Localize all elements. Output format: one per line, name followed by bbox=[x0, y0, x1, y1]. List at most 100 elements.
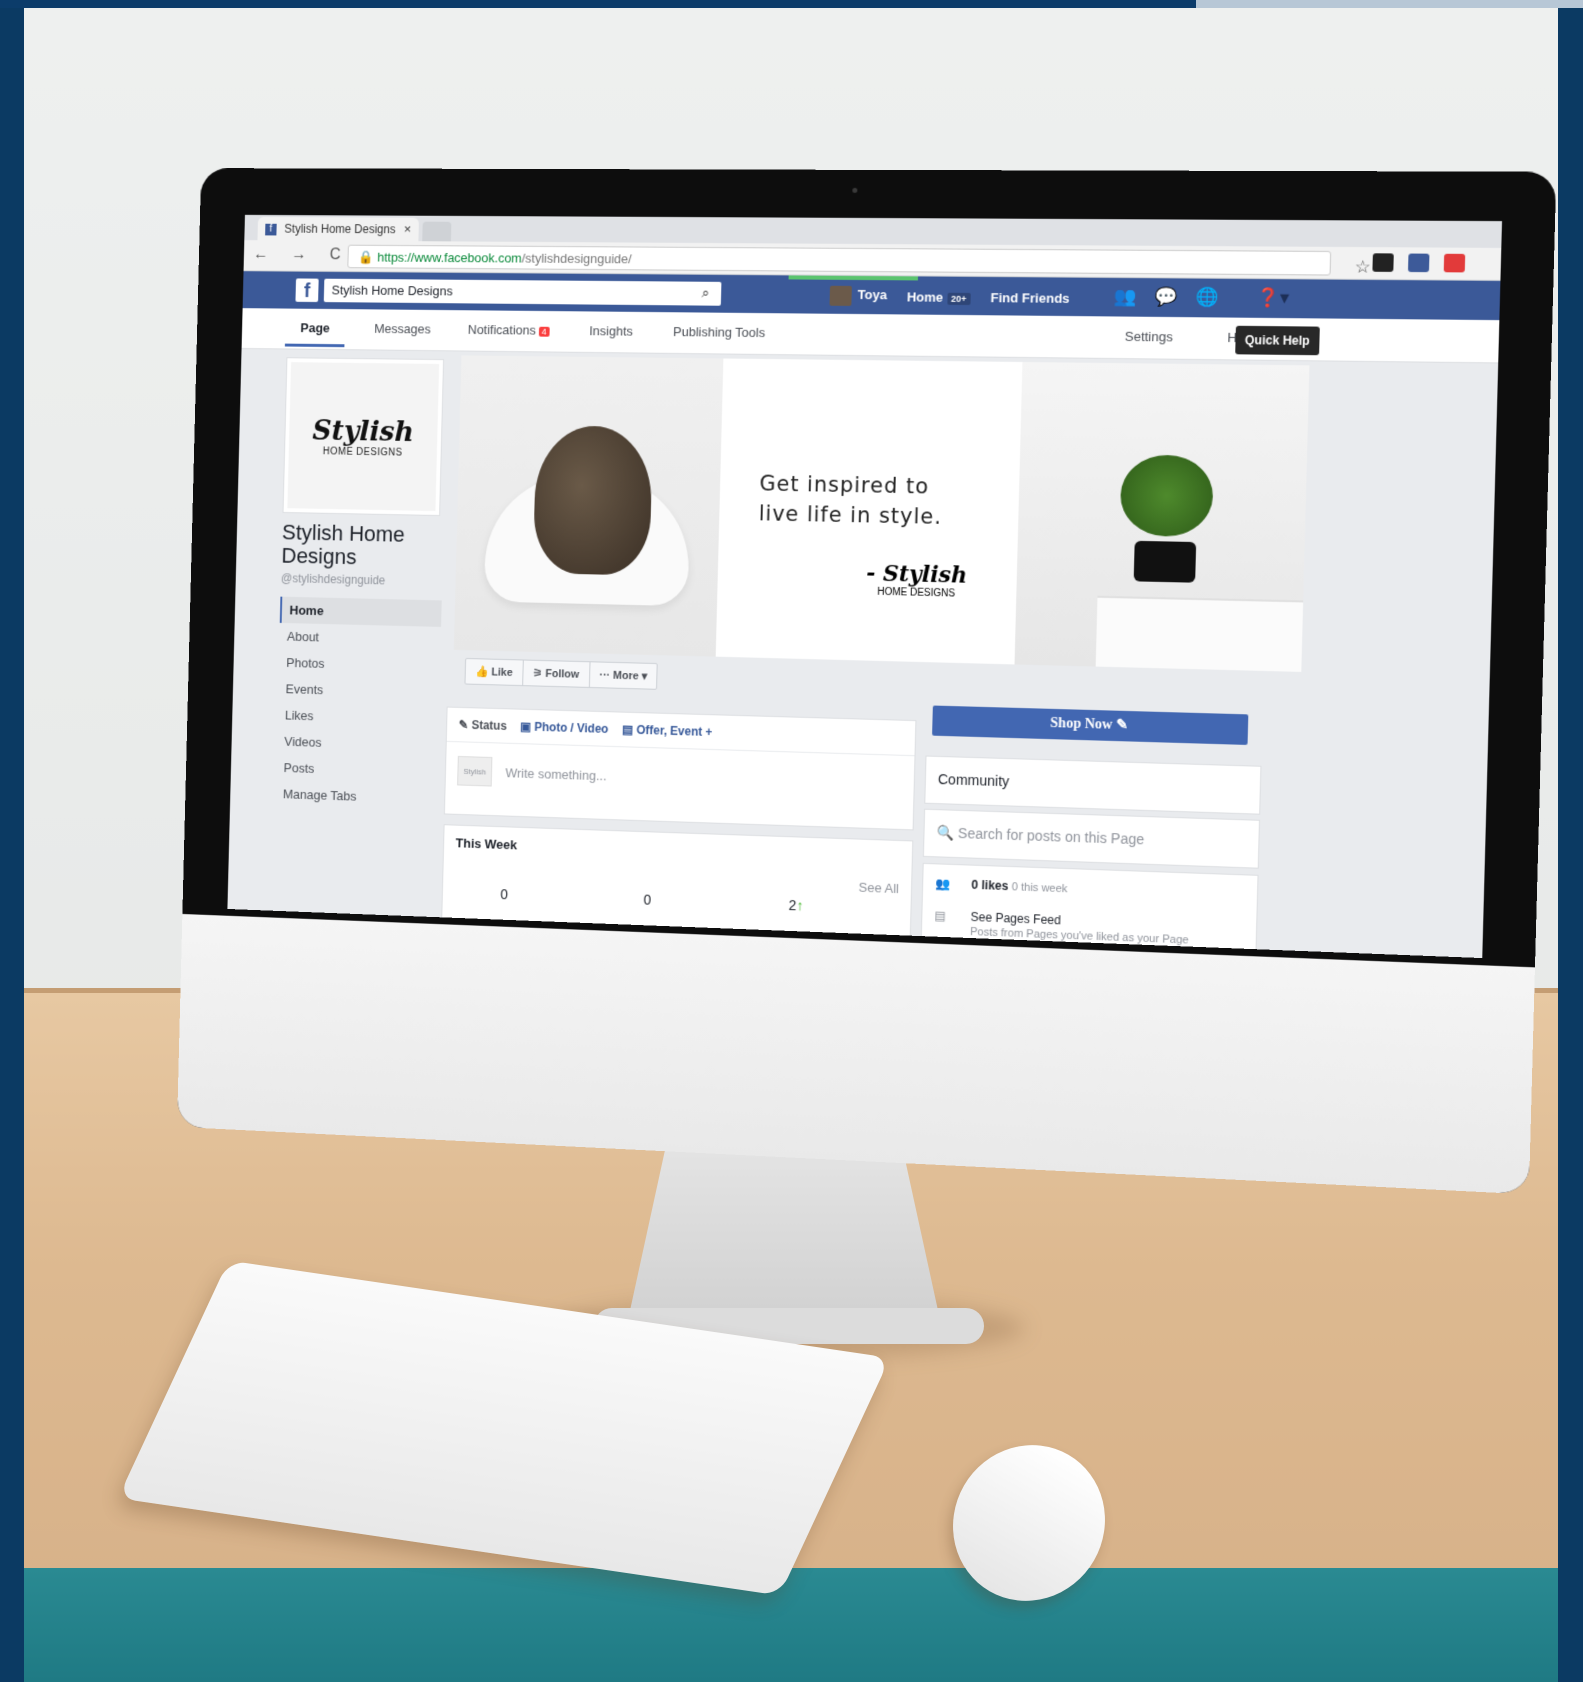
composer-placeholder[interactable]: Write something... bbox=[505, 765, 606, 783]
photo-video-label: Photo / Video bbox=[534, 719, 609, 736]
loading-bar bbox=[788, 275, 919, 281]
url-domain: https://www.facebook.com bbox=[377, 249, 522, 266]
this-week-title: This Week bbox=[455, 835, 518, 853]
facebook-search-input[interactable]: Stylish Home Designs ⌕ bbox=[323, 278, 722, 306]
page-posts-search[interactable]: 🔍 Search for posts on this Page bbox=[922, 808, 1261, 869]
posts-search-placeholder: Search for posts on this Page bbox=[957, 824, 1145, 848]
new-tab-button[interactable] bbox=[422, 221, 452, 242]
shelf-shape bbox=[1095, 595, 1304, 672]
tab-publishing-tools[interactable]: Publishing Tools bbox=[673, 324, 765, 340]
extension-icon[interactable] bbox=[1443, 253, 1466, 273]
status-label: Status bbox=[471, 718, 507, 733]
tab-page[interactable]: Page bbox=[300, 320, 330, 335]
left-menu-manage-tabs[interactable]: Manage Tabs bbox=[275, 780, 437, 812]
page-thumb: Stylish bbox=[457, 755, 493, 787]
messages-icon[interactable]: 💬 bbox=[1155, 286, 1179, 308]
header-nav: Toya Home 20+ Find Friends bbox=[829, 285, 1070, 308]
like-button[interactable]: 👍 Like bbox=[465, 658, 524, 686]
cover-signature: - Stylish HOME DESIGNS bbox=[866, 560, 968, 599]
quote-line-2: live life in style. bbox=[758, 501, 943, 529]
profile-picture[interactable]: Stylish HOME DESIGNS bbox=[282, 357, 445, 517]
page-handle[interactable]: @stylishdesignguide bbox=[281, 571, 443, 588]
community-header[interactable]: Community bbox=[924, 755, 1262, 815]
imac-monitor: f Stylish Home Designs × ← → C ⌂ 🔒 https:… bbox=[177, 168, 1557, 1195]
feed-sub: Posts from Pages you've liked as your Pa… bbox=[970, 925, 1189, 947]
post-composer: ✎ Status ▣ Photo / Video ▤ Offer, Event … bbox=[443, 706, 917, 831]
cover-photo[interactable]: Get inspired to live life in style. - St… bbox=[453, 355, 1310, 672]
bookmark-star-icon[interactable]: ☆ bbox=[1354, 257, 1371, 278]
up-arrow-icon: ↑ bbox=[796, 897, 804, 914]
cat-shape bbox=[532, 425, 654, 576]
community-stats: 👥 0 likes 0 this week ▤ See Pages Feed Po… bbox=[920, 862, 1259, 957]
browser-tab[interactable]: f Stylish Home Designs × bbox=[257, 216, 419, 242]
feed-label: See Pages Feed bbox=[970, 909, 1062, 928]
tab-settings[interactable]: Settings bbox=[1125, 329, 1173, 345]
home-link[interactable]: Home 20+ bbox=[907, 289, 971, 305]
logo-word: Stylish bbox=[312, 414, 415, 448]
likes-sub: 0 this week bbox=[1011, 881, 1068, 896]
extension-icon[interactable] bbox=[1372, 253, 1394, 272]
pages-feed-row[interactable]: ▤ See Pages Feed Posts from Pages you've … bbox=[934, 909, 1244, 949]
shop-now-button[interactable]: Shop Now ✎ bbox=[932, 705, 1249, 745]
find-friends-link[interactable]: Find Friends bbox=[990, 290, 1069, 306]
url-field[interactable]: 🔒 https://www.facebook.com/stylishdesigng… bbox=[347, 244, 1371, 277]
tab-notifications-label: Notifications bbox=[467, 322, 537, 338]
stat-value: 0 bbox=[500, 886, 509, 903]
teal-band bbox=[24, 1568, 1558, 1682]
profile-link[interactable]: Toya bbox=[829, 285, 888, 307]
extension-icon[interactable] bbox=[1407, 253, 1430, 273]
see-all-link[interactable]: See All bbox=[858, 880, 899, 897]
screen: f Stylish Home Designs × ← → C ⌂ 🔒 https:… bbox=[227, 214, 1503, 959]
quick-help-tooltip: Quick Help bbox=[1235, 325, 1320, 356]
close-tab-icon[interactable]: × bbox=[404, 222, 412, 237]
tab-insights[interactable]: Insights bbox=[589, 323, 633, 338]
photo-video-tab[interactable]: ▣ Photo / Video bbox=[520, 720, 609, 736]
cover-plant-image bbox=[1014, 361, 1310, 672]
follow-button[interactable]: ⚞ Follow bbox=[522, 660, 591, 687]
facebook-logo-icon[interactable]: f bbox=[295, 278, 319, 303]
tab-title: Stylish Home Designs bbox=[284, 221, 396, 237]
help-icon[interactable]: ❓▾ bbox=[1256, 287, 1289, 309]
offer-event-tab[interactable]: ▤ Offer, Event + bbox=[622, 723, 713, 740]
notifications-badge: 4 bbox=[538, 326, 550, 337]
avatar bbox=[829, 285, 852, 306]
stat-value-trend: 2↑ bbox=[789, 897, 804, 914]
plant-shape bbox=[1119, 454, 1214, 538]
offer-event-label: Offer, Event + bbox=[636, 722, 713, 740]
search-value: Stylish Home Designs bbox=[331, 282, 453, 299]
globe-icon[interactable]: 🌐 bbox=[1196, 287, 1220, 309]
left-menu: Home About Photos Events Likes Videos Po… bbox=[275, 596, 442, 813]
follow-label: Follow bbox=[545, 667, 580, 681]
header-icons: 👥 💬 🌐 ❓▾ bbox=[1113, 286, 1289, 309]
top-border bbox=[0, 0, 1196, 8]
likes-row[interactable]: 👥 0 likes 0 this week bbox=[935, 876, 1245, 901]
left-menu-home[interactable]: Home bbox=[279, 596, 442, 627]
page-title: Stylish Home Designs bbox=[281, 519, 406, 570]
quote-line-1: Get inspired to bbox=[759, 471, 930, 499]
shop-now-label: Shop Now bbox=[1050, 715, 1113, 733]
this-week-panel: This Week See All 0 0 2↑ bbox=[441, 824, 914, 941]
logo-sub: HOME DESIGNS bbox=[322, 446, 403, 459]
home-badge: 20+ bbox=[946, 292, 971, 305]
stat-value: 0 bbox=[643, 891, 652, 908]
lock-icon: 🔒 bbox=[357, 249, 374, 265]
camera-icon bbox=[852, 187, 858, 193]
like-label: Like bbox=[491, 666, 513, 679]
more-button[interactable]: ··· More ▾ bbox=[589, 662, 657, 689]
likes-label: 0 likes bbox=[971, 877, 1009, 894]
people-icon: 👥 bbox=[935, 876, 951, 891]
left-column: Stylish HOME DESIGNS Stylish Home Design… bbox=[275, 357, 448, 812]
tab-notifications[interactable]: Notifications 4 bbox=[468, 322, 550, 338]
user-name: Toya bbox=[857, 287, 888, 303]
home-label: Home bbox=[906, 288, 944, 305]
signature-word: - Stylish bbox=[865, 560, 968, 589]
feed-icon: ▤ bbox=[934, 908, 946, 923]
search-icon[interactable]: ⌕ bbox=[701, 285, 709, 302]
friend-requests-icon[interactable]: 👥 bbox=[1113, 286, 1136, 307]
tab-messages[interactable]: Messages bbox=[374, 321, 431, 336]
status-tab[interactable]: ✎ Status bbox=[458, 718, 506, 733]
page-actions: 👍 Like ⚞ Follow ··· More ▾ bbox=[464, 657, 659, 690]
pot-shape bbox=[1133, 540, 1197, 583]
top-border-light bbox=[1196, 0, 1583, 8]
cover-quote: Get inspired to live life in style. bbox=[758, 469, 943, 532]
